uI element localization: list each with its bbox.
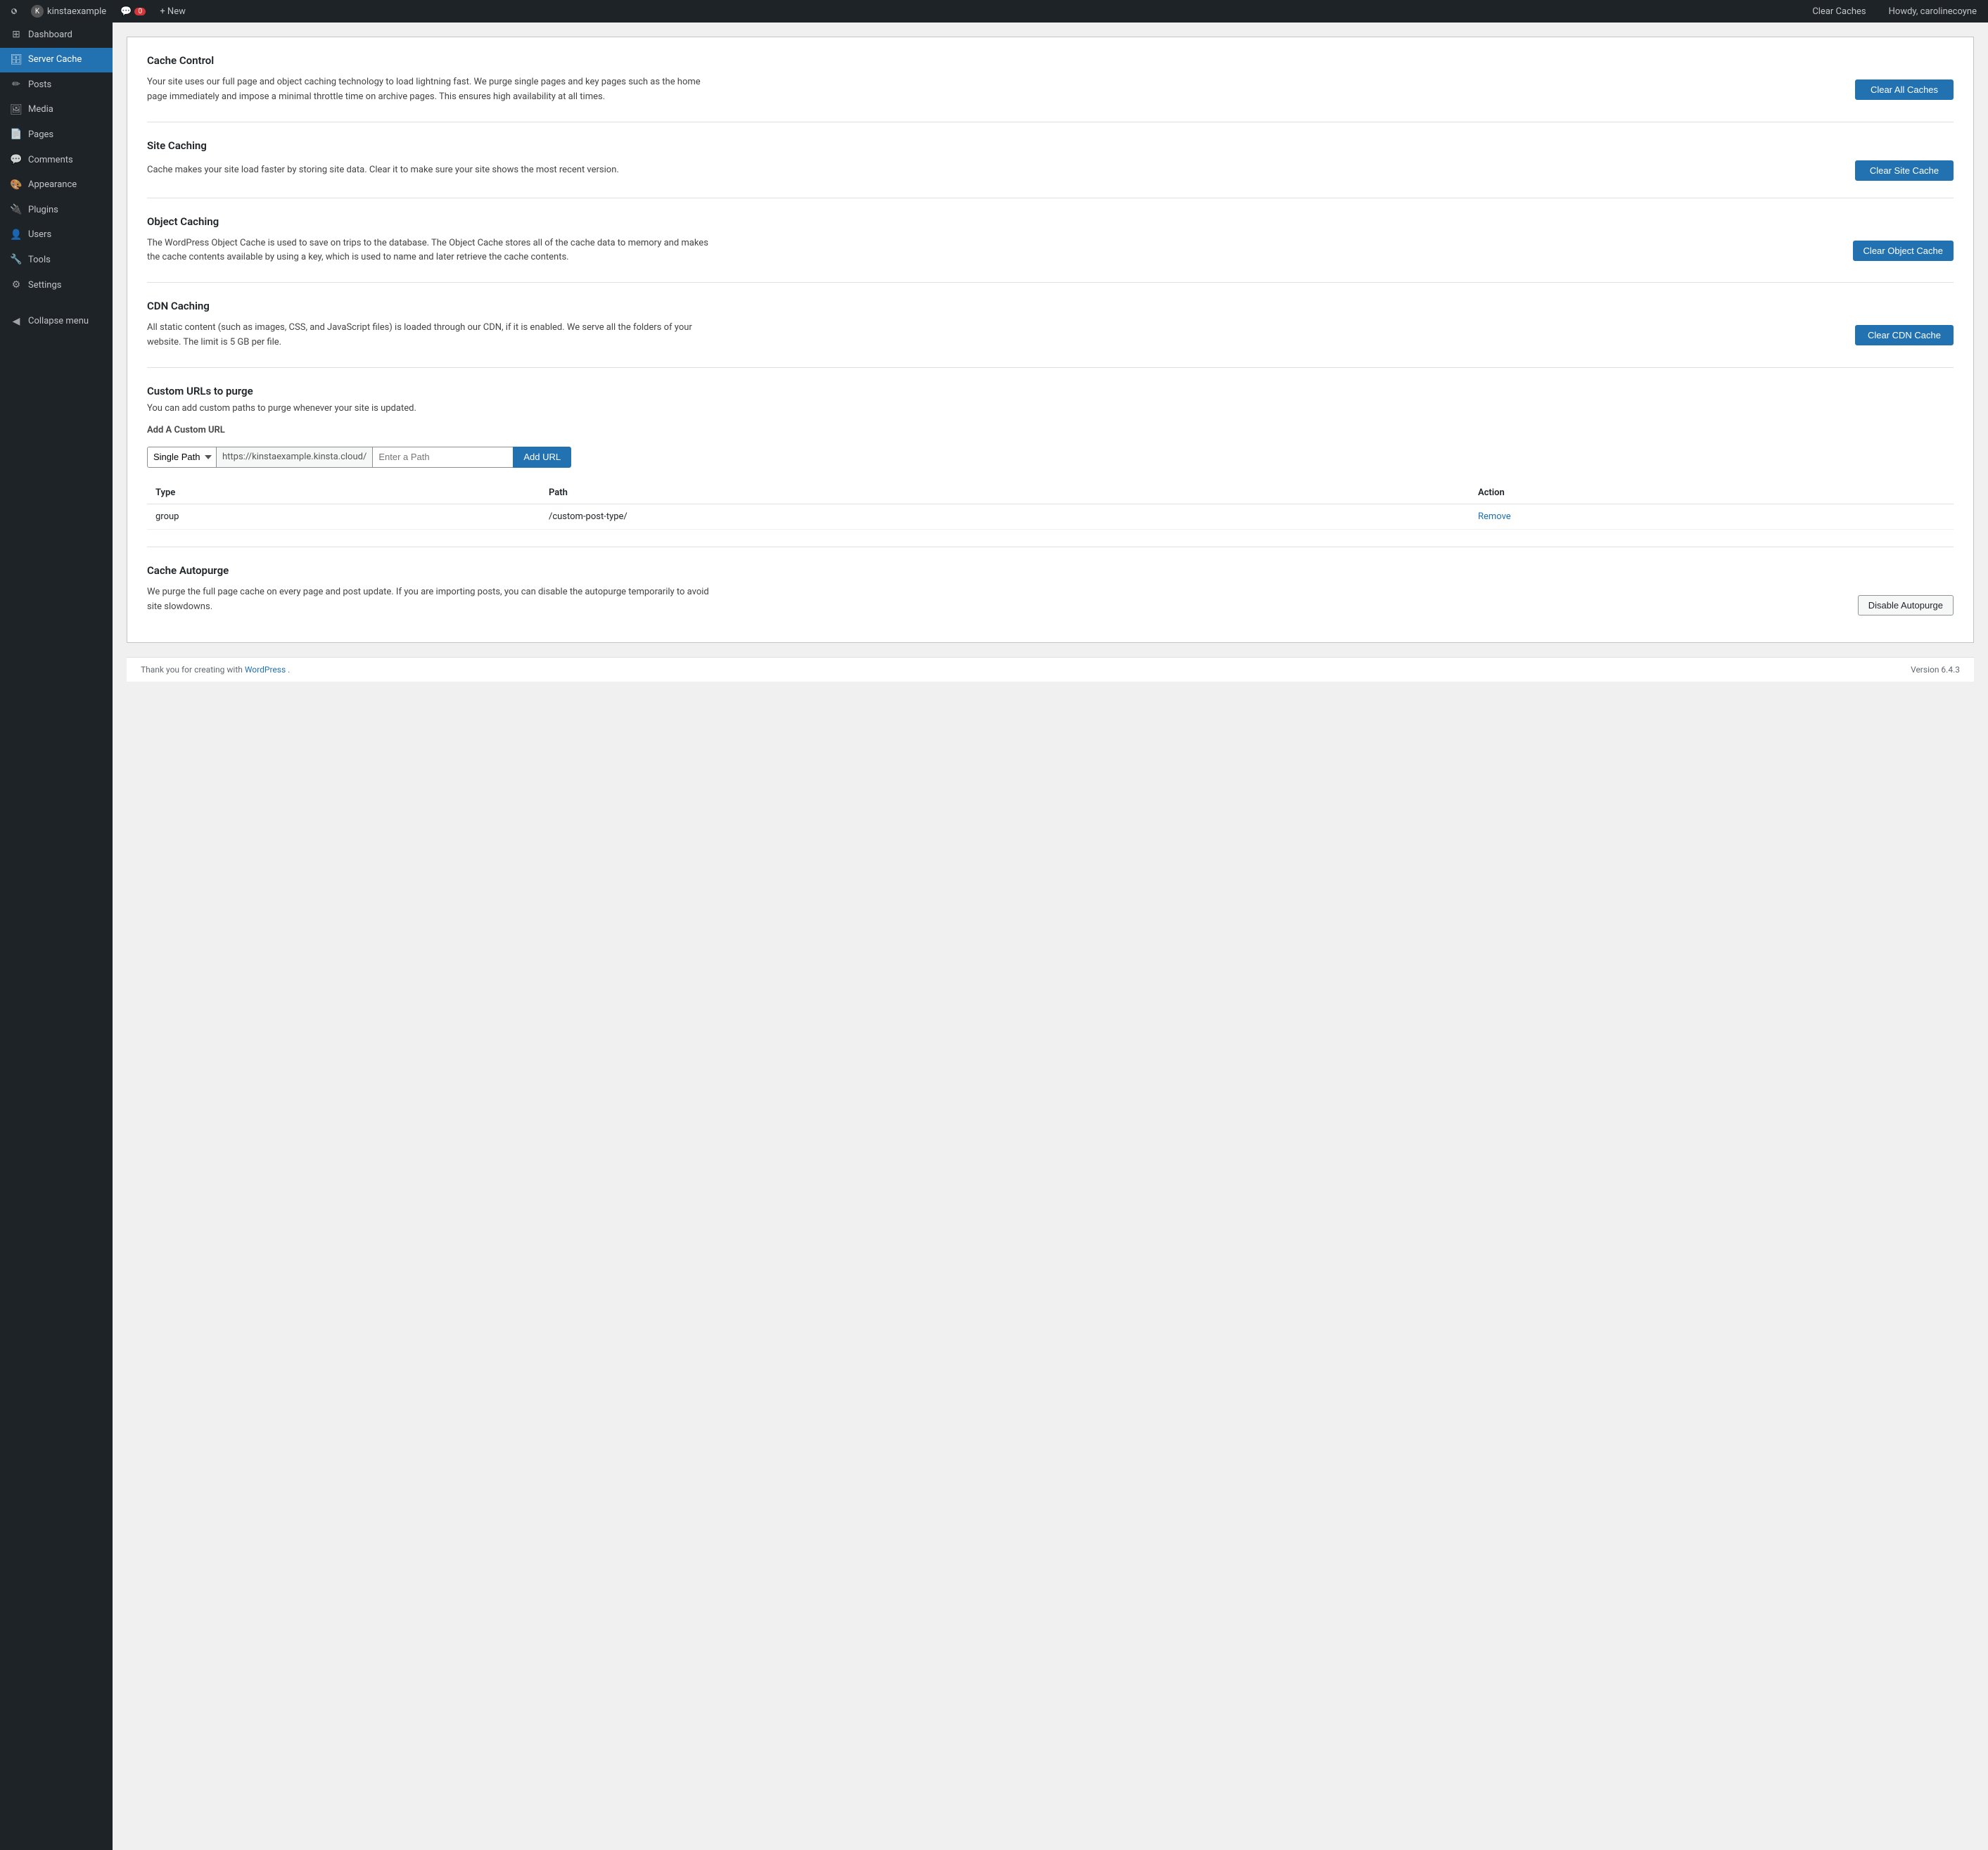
url-path-input[interactable] <box>372 447 513 468</box>
clear-cdn-cache-button[interactable]: Clear CDN Cache <box>1855 325 1954 345</box>
appearance-icon: 🎨 <box>10 179 23 193</box>
cache-control-description: Your site uses our full page and object … <box>147 75 710 105</box>
add-url-row: Single Path https://kinstaexample.kinsta… <box>147 447 1954 468</box>
row-type: group <box>147 504 540 529</box>
url-table: Type Path Action group /custom-post-type… <box>147 482 1954 530</box>
autopurge-description: We purge the full page cache on every pa… <box>147 585 710 615</box>
autopurge-section: Cache Autopurge We purge the full page c… <box>147 547 1954 626</box>
comment-icon: 💬 <box>120 6 132 17</box>
users-icon: 👤 <box>10 229 23 243</box>
site-caching-heading: Site Caching <box>147 139 1954 152</box>
sidebar-item-plugins[interactable]: 🔌 Plugins <box>0 198 113 223</box>
clear-all-caches-button[interactable]: Clear All Caches <box>1855 79 1954 100</box>
sidebar: ⊞ Dashboard 🗄 Server Cache ✏ Posts 🖼 Med… <box>0 23 113 1850</box>
footer-left-text: Thank you for creating with <box>141 665 243 675</box>
collapse-icon: ◀ <box>10 315 23 329</box>
object-caching-heading: Object Caching <box>147 215 1954 228</box>
clear-caches-button[interactable]: Clear Caches <box>1807 0 1871 23</box>
howdy-user[interactable]: Howdy, carolinecoyne <box>1883 0 1982 23</box>
object-caching-description: The WordPress Object Cache is used to sa… <box>147 236 710 266</box>
server-cache-icon: 🗄 <box>10 53 23 68</box>
cache-control-heading: Cache Control <box>147 54 1954 67</box>
autopurge-heading: Cache Autopurge <box>147 564 1954 577</box>
clear-site-cache-button[interactable]: Clear Site Cache <box>1855 160 1954 181</box>
settings-icon: ⚙ <box>10 279 23 293</box>
custom-urls-description: You can add custom paths to purge whenev… <box>147 403 1954 414</box>
comments-count: 0 <box>134 8 146 15</box>
sidebar-item-posts[interactable]: ✏ Posts <box>0 72 113 98</box>
sidebar-item-collapse[interactable]: ◀ Collapse menu <box>0 310 113 335</box>
add-url-button[interactable]: Add URL <box>513 447 571 468</box>
url-prefix: https://kinstaexample.kinsta.cloud/ <box>217 447 372 468</box>
plugins-icon: 🔌 <box>10 203 23 217</box>
table-col-action: Action <box>1470 482 1954 504</box>
sidebar-item-dashboard[interactable]: ⊞ Dashboard <box>0 23 113 48</box>
cache-control-section: Cache Control Your site uses our full pa… <box>147 54 1954 122</box>
sidebar-item-appearance[interactable]: 🎨 Appearance <box>0 173 113 198</box>
tools-icon: 🔧 <box>10 253 23 267</box>
comments-icon: 💬 <box>10 153 23 167</box>
row-path: /custom-post-type/ <box>540 504 1470 529</box>
sidebar-item-comments[interactable]: 💬 Comments <box>0 148 113 173</box>
table-col-type: Type <box>147 482 540 504</box>
table-col-path: Path <box>540 482 1470 504</box>
site-caching-description: Cache makes your site load faster by sto… <box>147 163 710 178</box>
remove-url-button[interactable]: Remove <box>1478 511 1511 522</box>
sidebar-item-media[interactable]: 🖼 Media <box>0 98 113 123</box>
pages-icon: 📄 <box>10 128 23 142</box>
add-custom-url-heading: Add A Custom URL <box>147 425 1954 435</box>
custom-urls-section: Custom URLs to purge You can add custom … <box>147 368 1954 626</box>
main-content: Cache Control Your site uses our full pa… <box>127 37 1974 643</box>
custom-urls-heading: Custom URLs to purge <box>147 385 1954 397</box>
table-row: group /custom-post-type/ Remove <box>147 504 1954 529</box>
site-caching-section: Site Caching Cache makes your site load … <box>147 122 1954 198</box>
wordpress-link[interactable]: WordPress <box>245 665 286 675</box>
sidebar-item-server-cache[interactable]: 🗄 Server Cache <box>0 48 113 73</box>
admin-bar: K kinstaexample 💬 0 + New Clear Caches H… <box>0 0 1988 23</box>
media-icon: 🖼 <box>10 103 23 117</box>
footer-version: Version 6.4.3 <box>1911 665 1960 675</box>
object-caching-section: Object Caching The WordPress Object Cach… <box>147 198 1954 283</box>
sidebar-item-pages[interactable]: 📄 Pages <box>0 122 113 148</box>
posts-icon: ✏ <box>10 78 23 92</box>
comments-button[interactable]: 💬 0 <box>115 0 151 23</box>
sidebar-item-settings[interactable]: ⚙ Settings <box>0 273 113 298</box>
sidebar-item-users[interactable]: 👤 Users <box>0 223 113 248</box>
cdn-caching-section: CDN Caching All static content (such as … <box>147 283 1954 368</box>
site-icon: K <box>31 5 44 18</box>
wp-logo[interactable] <box>6 3 23 20</box>
site-name[interactable]: K kinstaexample <box>25 0 112 23</box>
url-type-select[interactable]: Single Path <box>147 447 217 468</box>
new-content-button[interactable]: + New <box>154 0 191 23</box>
cdn-caching-heading: CDN Caching <box>147 300 1954 312</box>
sidebar-item-tools[interactable]: 🔧 Tools <box>0 248 113 273</box>
footer: Thank you for creating with WordPress . … <box>127 657 1974 682</box>
clear-object-cache-button[interactable]: Clear Object Cache <box>1853 241 1954 261</box>
cdn-caching-description: All static content (such as images, CSS,… <box>147 321 710 350</box>
disable-autopurge-button[interactable]: Disable Autopurge <box>1858 595 1954 615</box>
dashboard-icon: ⊞ <box>10 28 23 42</box>
